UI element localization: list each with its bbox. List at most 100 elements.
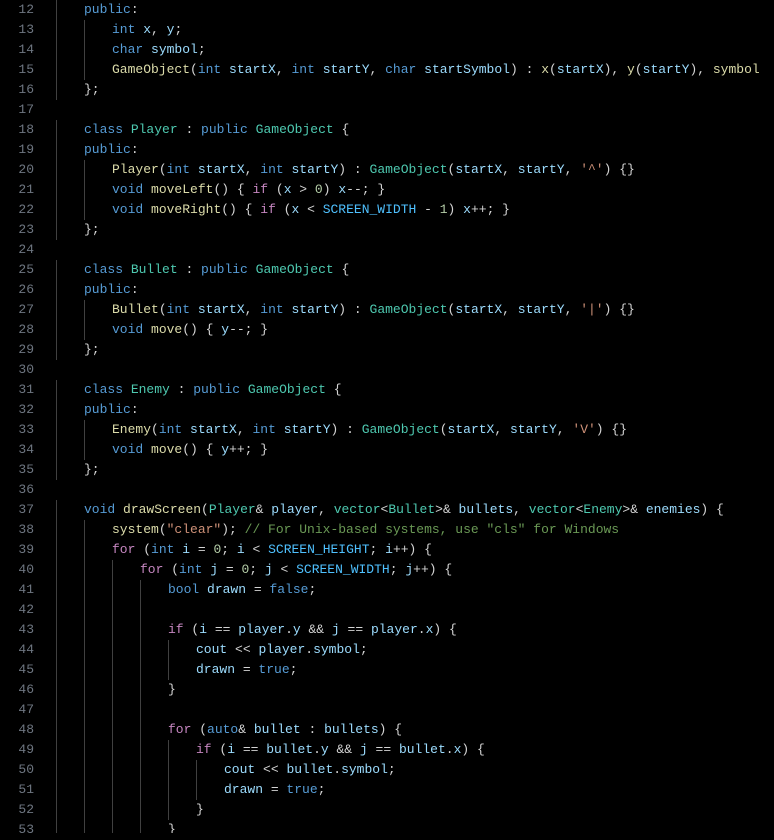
code-line[interactable]: Bullet(int startX, int startY) : GameObj… — [48, 300, 774, 320]
code-line[interactable]: if (i == bullet.y && j == bullet.x) { — [48, 740, 774, 760]
code-line[interactable]: for (auto& bullet : bullets) { — [48, 720, 774, 740]
code-line[interactable]: }; — [48, 340, 774, 360]
code-line[interactable]: } — [48, 820, 774, 833]
code-content: }; — [56, 80, 100, 100]
line-number: 19 — [0, 140, 34, 160]
token-var: i — [199, 622, 207, 637]
code-line[interactable] — [48, 240, 774, 260]
token-pun: ++) { — [413, 562, 452, 577]
code-area[interactable]: public:int x, y;char symbol;GameObject(i… — [48, 0, 774, 833]
token-pun: < — [245, 542, 268, 557]
code-line[interactable] — [48, 700, 774, 720]
token-kw: void — [112, 322, 143, 337]
token-pun: ) — [448, 202, 464, 217]
line-number: 16 — [0, 80, 34, 100]
code-line[interactable] — [48, 600, 774, 620]
code-line[interactable]: class Bullet : public GameObject { — [48, 260, 774, 280]
code-line[interactable]: for (int j = 0; j < SCREEN_WIDTH; j++) { — [48, 560, 774, 580]
code-line[interactable]: void move() { y++; } — [48, 440, 774, 460]
code-content: void move() { y--; } — [56, 320, 268, 340]
token-num: 0 — [315, 182, 323, 197]
code-line[interactable]: Enemy(int startX, int startY) : GameObje… — [48, 420, 774, 440]
code-line[interactable]: }; — [48, 220, 774, 240]
code-line[interactable]: cout << player.symbol; — [48, 640, 774, 660]
token-pun — [240, 382, 248, 397]
token-pun — [190, 162, 198, 177]
token-func: drawScreen — [123, 502, 201, 517]
token-kw: public — [193, 382, 240, 397]
token-pun: == — [207, 622, 238, 637]
code-line[interactable]: }; — [48, 80, 774, 100]
code-line[interactable]: system("clear"); // For Unix-based syste… — [48, 520, 774, 540]
code-line[interactable]: class Enemy : public GameObject { — [48, 380, 774, 400]
token-pun: && — [329, 742, 360, 757]
code-line[interactable]: public: — [48, 280, 774, 300]
code-line[interactable]: public: — [48, 0, 774, 20]
code-content: } — [56, 820, 176, 833]
token-pun: } — [168, 682, 176, 697]
code-line[interactable]: class Player : public GameObject { — [48, 120, 774, 140]
code-line[interactable]: }; — [48, 460, 774, 480]
token-func: symbol — [713, 62, 760, 77]
token-pun: : — [178, 262, 201, 277]
token-pun — [115, 502, 123, 517]
token-const: SCREEN_WIDTH — [296, 562, 390, 577]
token-kw: public — [84, 282, 131, 297]
code-line[interactable]: Player(int startX, int startY) : GameObj… — [48, 160, 774, 180]
code-line[interactable]: GameObject(int startX, int startY, char … — [48, 60, 774, 80]
token-pun: () { — [182, 442, 221, 457]
token-pun: ++; } — [471, 202, 510, 217]
line-number: 17 — [0, 100, 34, 120]
code-line[interactable]: for (int i = 0; i < SCREEN_HEIGHT; i++) … — [48, 540, 774, 560]
code-line[interactable]: if (i == player.y && j == player.x) { — [48, 620, 774, 640]
indent-guide — [140, 600, 141, 620]
line-number: 51 — [0, 780, 34, 800]
token-pun: ) : — [510, 62, 541, 77]
code-line[interactable]: drawn = true; — [48, 780, 774, 800]
token-kw: int — [167, 302, 190, 317]
token-func: move — [151, 442, 182, 457]
code-line[interactable]: cout << bullet.symbol; — [48, 760, 774, 780]
token-cmt: // For Unix-based systems, use "cls" for… — [245, 522, 619, 537]
code-line[interactable]: drawn = true; — [48, 660, 774, 680]
code-line[interactable]: void moveLeft() { if (x > 0) x--; } — [48, 180, 774, 200]
token-kw: false — [269, 582, 308, 597]
indent-guide — [140, 700, 141, 720]
token-pun: , — [502, 302, 518, 317]
code-line[interactable]: void move() { y--; } — [48, 320, 774, 340]
code-line[interactable]: void moveRight() { if (x < SCREEN_WIDTH … — [48, 200, 774, 220]
token-pun: ( — [268, 182, 284, 197]
token-pun: - — [416, 202, 439, 217]
token-pun: . — [418, 622, 426, 637]
code-line[interactable]: public: — [48, 400, 774, 420]
token-pun: ; — [198, 42, 206, 57]
token-var: startX — [448, 422, 495, 437]
code-line[interactable]: public: — [48, 140, 774, 160]
token-pun: : — [131, 2, 139, 17]
code-line[interactable]: } — [48, 680, 774, 700]
code-line[interactable]: char symbol; — [48, 40, 774, 60]
token-pun: , — [237, 422, 253, 437]
code-content: public: — [56, 400, 139, 420]
token-var: bullet — [286, 762, 333, 777]
code-line[interactable] — [48, 480, 774, 500]
token-field: y — [293, 622, 301, 637]
code-editor[interactable]: 1213141516171819202122232425262728293031… — [0, 0, 774, 833]
token-pun: ; — [370, 542, 386, 557]
indent-guide — [56, 700, 57, 720]
token-var: x — [338, 182, 346, 197]
code-content: Enemy(int startX, int startY) : GameObje… — [56, 420, 627, 440]
token-num: 1 — [440, 202, 448, 217]
code-line[interactable] — [48, 360, 774, 380]
code-line[interactable] — [48, 100, 774, 120]
token-var: bullet — [399, 742, 446, 757]
code-line[interactable]: bool drawn = false; — [48, 580, 774, 600]
token-var: startX — [455, 302, 502, 317]
token-kw: int — [167, 162, 190, 177]
token-kw: void — [84, 502, 115, 517]
code-content: for (int j = 0; j < SCREEN_WIDTH; j++) { — [56, 560, 452, 580]
code-line[interactable]: void drawScreen(Player& player, vector<B… — [48, 500, 774, 520]
token-pun: = — [246, 582, 269, 597]
code-line[interactable]: } — [48, 800, 774, 820]
code-line[interactable]: int x, y; — [48, 20, 774, 40]
